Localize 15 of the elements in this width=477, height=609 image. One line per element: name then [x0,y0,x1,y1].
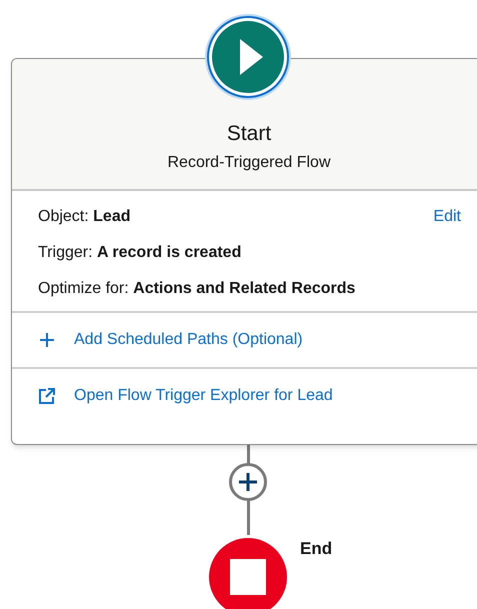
action-link[interactable]: Open Flow Trigger Explorer for Lead [38,384,333,408]
start-title: Start [226,120,272,147]
end-label: End [300,538,332,560]
play-icon[interactable] [203,12,293,102]
detail-text: Object: Lead [38,207,130,227]
edit-link[interactable]: Edit [433,205,461,229]
detail-text: Optimize for: Actions and Related Records [38,279,356,299]
plus-icon [38,331,56,349]
stop-icon[interactable] [209,538,287,609]
add-element-button[interactable] [229,463,267,501]
detail-text: Trigger: A record is created [38,243,242,263]
flow-type: Record-Triggered Flow [167,153,330,173]
plus-icon [238,472,258,492]
external-link-icon [38,387,56,405]
action-link[interactable]: Add Scheduled Paths (Optional) [38,328,303,352]
